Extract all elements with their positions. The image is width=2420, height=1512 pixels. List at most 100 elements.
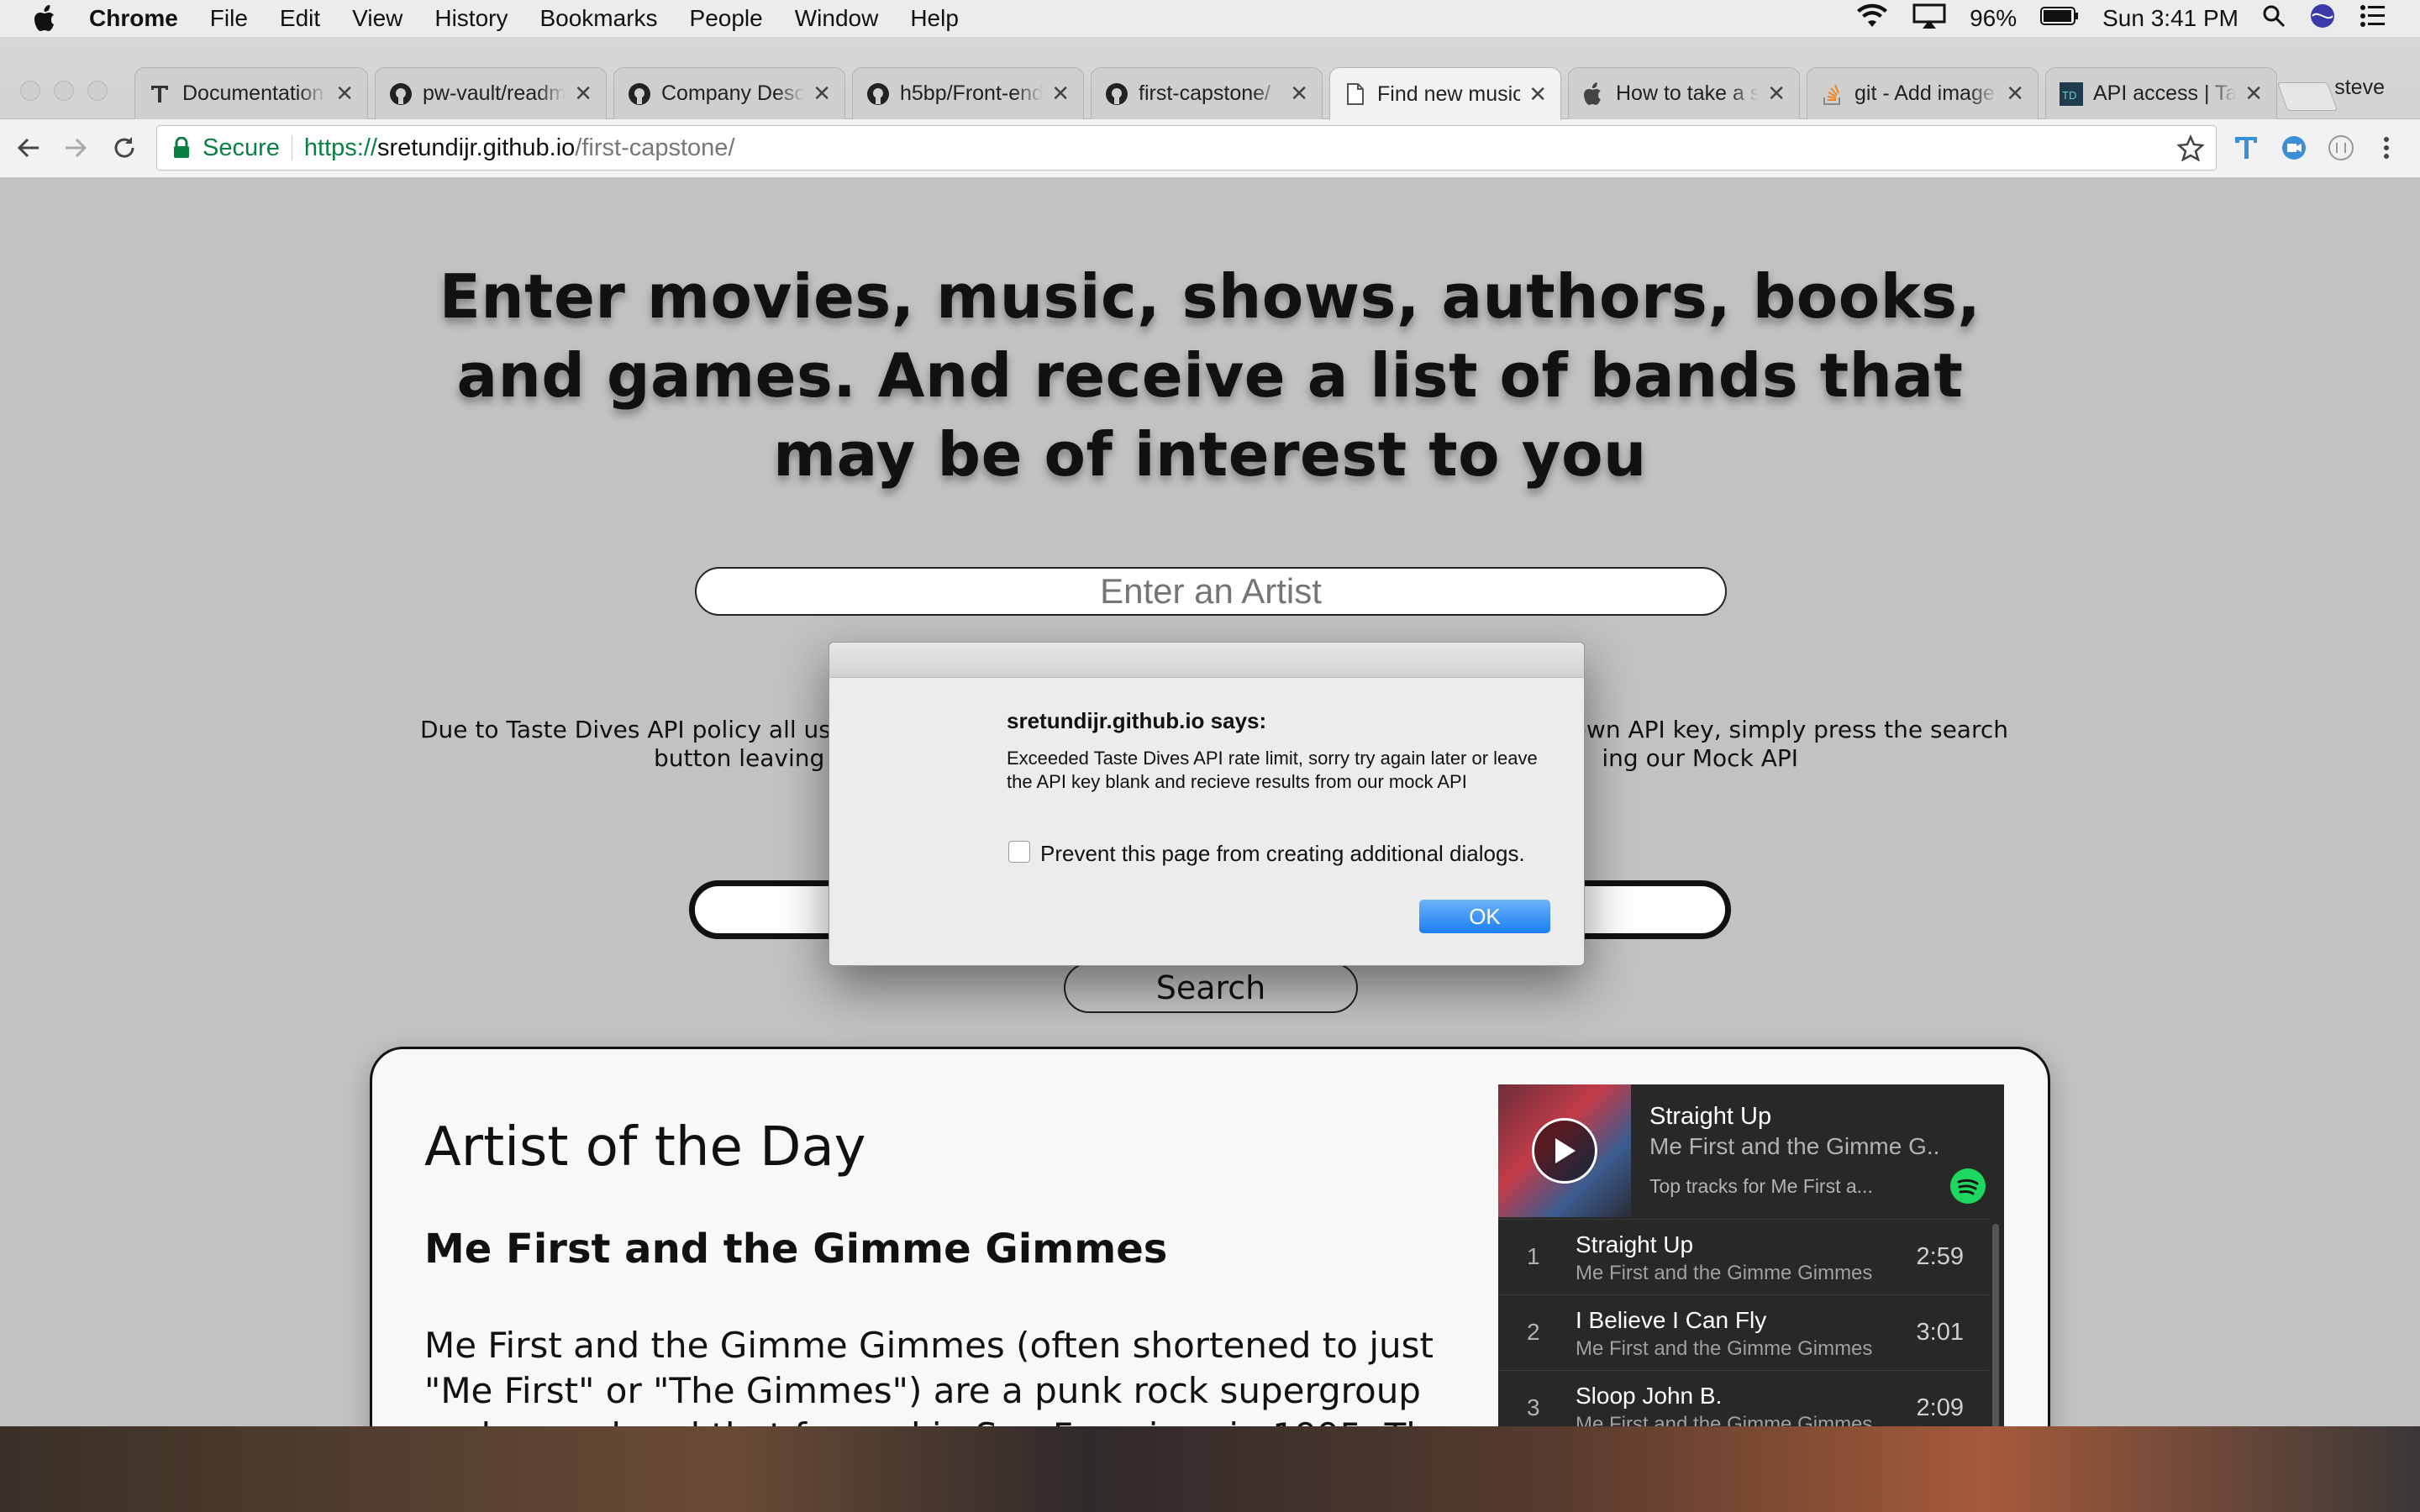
github-icon [866,82,890,106]
apple-menu-icon[interactable] [34,4,59,33]
profile-name[interactable]: steve [2334,76,2385,100]
tab-close-icon[interactable]: ✕ [1051,81,1070,107]
notification-center-icon[interactable] [2360,4,2386,34]
tab-close-icon[interactable]: ✕ [1767,81,1786,107]
airplay-icon[interactable] [1912,3,1946,34]
screencast-extension-icon[interactable] [2279,133,2309,163]
spotify-track-row[interactable]: 2 I Believe I Can Fly Me First and the G… [1498,1294,1989,1368]
menubar-status-area: 96% Sun 3:41 PM [1855,0,2386,37]
tab-close-icon[interactable]: ✕ [574,81,592,107]
bookmark-star-icon[interactable] [2176,134,2205,168]
menu-app-name[interactable]: Chrome [89,5,178,32]
github-icon [628,82,651,106]
tab-first-capstone[interactable]: first-capstone/ ✕ [1091,67,1323,119]
forward-icon[interactable] [59,131,92,165]
tab-git-add-image[interactable]: git - Add image ✕ [1807,67,2039,119]
prevent-dialogs-checkbox[interactable] [1008,841,1030,863]
policy-line-1-right: r own API key, simply press the search [1555,716,2008,743]
tab-how-to-take[interactable]: How to take a s ✕ [1568,67,1800,119]
tab-close-icon[interactable]: ✕ [1528,81,1547,108]
tab-title: Company Desc [661,81,805,105]
track-number: 1 [1527,1243,1540,1269]
spotlight-search-icon[interactable] [2262,4,2286,34]
menu-file[interactable]: File [210,5,248,32]
artist-of-the-day-card: Artist of the Day Me First and the Gimme… [370,1047,2050,1426]
tab-title: Find new music [1377,81,1521,106]
tab-pw-vault[interactable]: pw-vault/readm ✕ [375,67,607,119]
page-icon [1344,82,1367,106]
menu-edit[interactable]: Edit [280,5,320,32]
play-icon[interactable] [1532,1118,1597,1184]
menu-bookmarks[interactable]: Bookmarks [539,5,657,32]
clock[interactable]: Sun 3:41 PM [2102,5,2238,32]
tab-close-icon[interactable]: ✕ [1290,81,1308,107]
spotify-track-title[interactable]: Straight Up [1649,1103,1771,1131]
github-icon [1105,82,1128,106]
apple-icon [1582,81,1606,106]
reload-icon[interactable] [108,131,141,165]
extension-icon[interactable] [2326,133,2356,163]
tab-close-icon[interactable]: ✕ [813,81,831,107]
tab-close-icon[interactable]: ✕ [335,81,354,107]
stackoverflow-icon [1821,82,1844,106]
prevent-dialogs-label[interactable]: Prevent this page from creating addition… [1040,841,1525,867]
spotify-artist-name[interactable]: Me First and the Gimme G.. [1649,1133,1960,1160]
track-artist: Me First and the Gimme Gimmes [1576,1262,1873,1284]
secure-label[interactable]: Secure [203,134,280,162]
spotify-track-row[interactable]: 3 Sloop John B. Me First and the Gimme G… [1498,1370,1989,1426]
tab-find-new-music-active[interactable]: Find new music ✕ [1329,67,1561,120]
back-icon[interactable] [12,131,45,165]
spotify-logo-icon[interactable] [1950,1168,1986,1204]
artist-description: Me First and the Gimme Gimmes (often sho… [424,1325,1450,1426]
track-duration: 3:01 [1916,1319,1964,1346]
menu-view[interactable]: View [352,5,402,32]
artist-of-the-day-title: Artist of the Day [424,1116,866,1179]
dialog-titlebar[interactable] [829,643,1584,678]
spotify-player-widget[interactable]: Straight Up Me First and the Gimme G.. T… [1498,1084,2004,1426]
spotify-scrollbar[interactable] [1992,1224,1999,1426]
svg-text:TD: TD [2062,89,2076,102]
window-zoom-button[interactable] [87,81,108,101]
window-minimize-button[interactable] [54,81,74,101]
search-button[interactable]: Search [1064,963,1358,1013]
tab-title: Documentation [182,81,324,105]
artist-input[interactable] [695,567,1727,616]
chrome-menu-icon[interactable] [2371,133,2402,163]
url-path: /first-capstone/ [575,134,735,161]
tab-title: h5bp/Front-end [900,81,1044,105]
tab-documentation[interactable]: Documentation ✕ [134,67,368,119]
dialog-ok-button[interactable]: OK [1419,900,1550,933]
policy-line-2-right: ing our Mock API [1602,744,1798,772]
album-art-image[interactable] [1498,1084,1631,1217]
battery-icon[interactable] [2040,5,2079,32]
tab-api-access[interactable]: TD API access | Ta ✕ [2045,67,2277,119]
menu-help[interactable]: Help [910,5,959,32]
tab-close-icon[interactable]: ✕ [2244,81,2263,107]
window-close-button[interactable] [20,81,40,101]
dialog-message: Exceeded Taste Dives API rate limit, sor… [1007,748,1538,792]
policy-line-2-left: button leaving t [654,744,842,772]
github-icon [389,82,413,106]
menu-people[interactable]: People [690,5,763,32]
tab-company-desc[interactable]: Company Desc ✕ [613,67,845,119]
typora-extension-icon[interactable] [2232,133,2262,163]
lock-icon[interactable] [172,136,191,159]
new-tab-button[interactable] [2276,82,2338,111]
track-artist: Me First and the Gimme Gimmes [1576,1337,1873,1360]
menu-history[interactable]: History [434,5,508,32]
browser-toolbar: Secure https:// sretundijr.github.io /fi… [0,119,2420,178]
url-host: sretundijr.github.io [376,134,576,161]
tab-h5bp[interactable]: h5bp/Front-end ✕ [852,67,1084,119]
spotify-track-row[interactable]: 1 Straight Up Me First and the Gimme Gim… [1498,1219,1989,1293]
tab-close-icon[interactable]: ✕ [2006,81,2024,107]
tab-title: first-capstone/ [1139,81,1271,105]
tab-title: pw-vault/readm [423,81,566,105]
track-duration: 2:09 [1916,1394,1964,1421]
address-bar[interactable]: Secure https:// sretundijr.github.io /fi… [156,125,2217,171]
siri-icon[interactable] [2309,3,2336,35]
menu-window[interactable]: Window [795,5,879,32]
track-artist: Me First and the Gimme Gimmes [1576,1413,1873,1426]
wifi-icon[interactable] [1855,3,1889,34]
desktop-wallpaper [0,1426,2420,1512]
track-number: 2 [1527,1319,1540,1345]
